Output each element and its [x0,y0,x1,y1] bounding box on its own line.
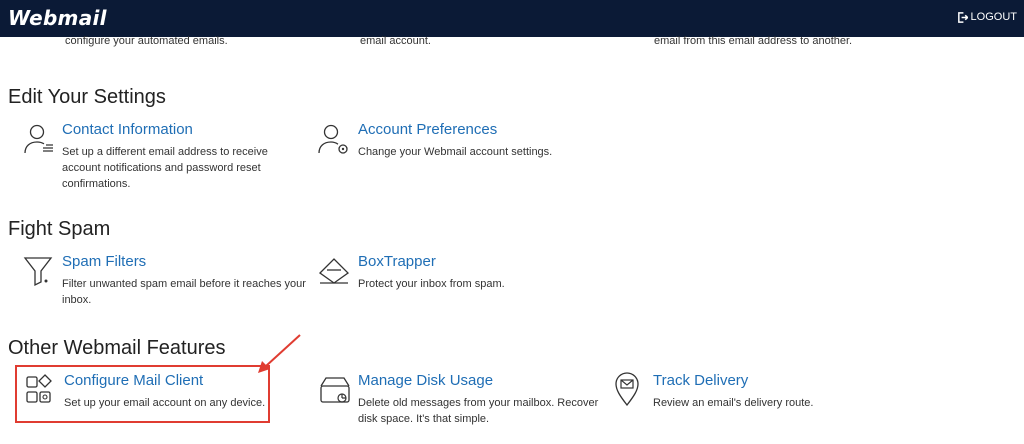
highlight-box [15,365,270,423]
account-preferences-desc: Change your Webmail account settings. [358,146,553,158]
partial-description-2: email account. [360,35,431,47]
partial-description-3: email from this email address to another… [654,35,853,47]
webmail-logo[interactable]: Webmail [8,6,107,30]
contact-information-desc: Set up a different email address to rece… [62,146,268,190]
logout-button[interactable]: LOGOUT [957,11,1017,23]
manage-disk-usage-link[interactable]: Manage Disk Usage [358,372,493,389]
track-delivery-desc: Review an email's delivery route. [653,397,814,409]
logout-icon [957,11,968,23]
location-pin-icon [615,372,639,406]
section-title-edit-settings: Edit Your Settings [8,86,166,108]
boxtrapper-link[interactable]: BoxTrapper [358,253,436,270]
spam-filters-link[interactable]: Spam Filters [62,253,146,270]
boxtrapper-desc: Protect your inbox from spam. [358,278,505,290]
disk-icon [320,377,350,403]
contact-icon [24,124,53,154]
contact-information-link[interactable]: Contact Information [62,121,193,138]
spam-filters-desc: Filter unwanted spam email before it rea… [62,278,306,306]
section-title-other-features: Other Webmail Features [8,337,226,359]
section-title-fight-spam: Fight Spam [8,218,111,240]
logout-label: LOGOUT [970,11,1017,23]
manage-disk-usage-desc: Delete old messages from your mailbox. R… [358,397,599,425]
filter-icon [23,257,53,287]
top-navigation-bar: Webmail LOGOUT [0,0,1024,37]
track-delivery-link[interactable]: Track Delivery [653,372,748,389]
account-preferences-icon [318,124,348,154]
partial-description-1: configure your automated emails. [65,35,228,47]
account-preferences-link[interactable]: Account Preferences [358,121,497,138]
boxtrapper-icon [318,258,350,284]
